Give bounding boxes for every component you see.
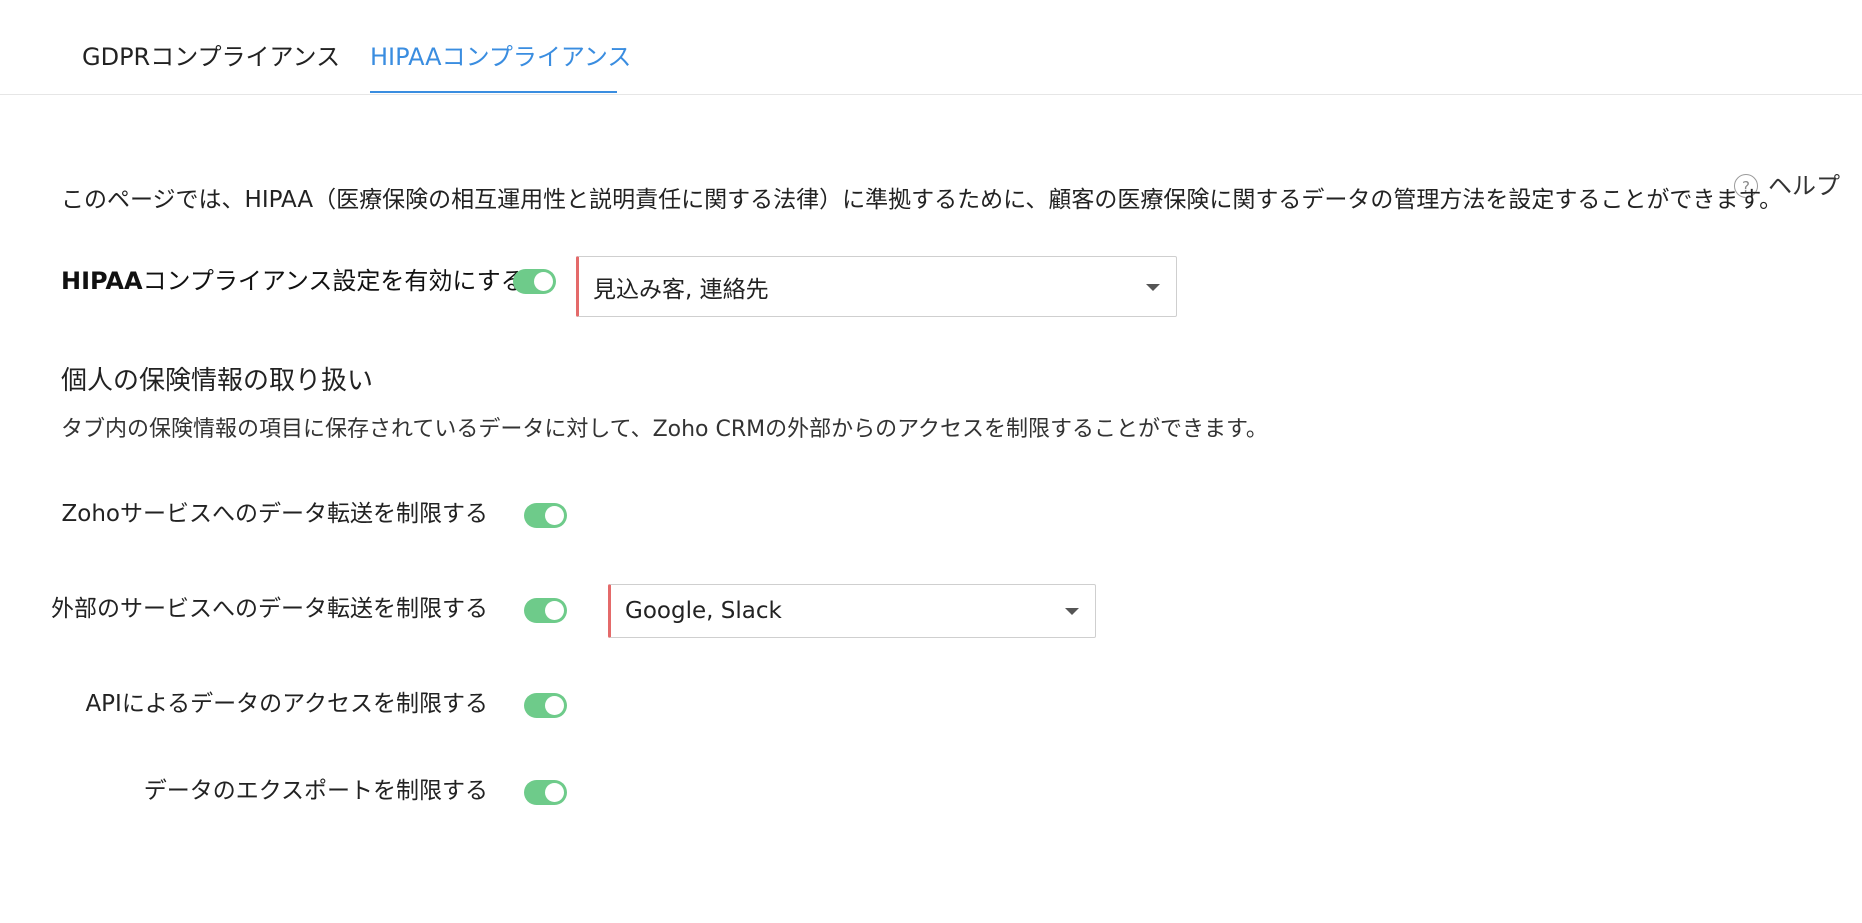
hipaa-modules-select[interactable]: 見込み客, 連絡先 [576, 256, 1177, 317]
restrict-export-toggle[interactable] [524, 780, 567, 805]
chevron-down-icon [1146, 283, 1160, 291]
enable-hipaa-label: HIPAAコンプライアンス設定を有効にする [61, 265, 525, 297]
toggle-knob [545, 783, 564, 802]
restrict-zoho-transfer-label: Zohoサービスへのデータ転送を制限する [61, 501, 488, 527]
toggle-knob [534, 272, 553, 291]
page-description: このページでは、HIPAA（医療保険の相互運用性と説明責任に関する法律）に準拠す… [61, 187, 1783, 213]
enable-hipaa-toggle[interactable] [513, 269, 556, 294]
enable-hipaa-label-rest: コンプライアンス設定を有効にする [142, 267, 525, 295]
hipaa-settings-page: GDPRコンプライアンス HIPAAコンプライアンス ? ヘルプ このページでは… [0, 0, 1862, 923]
tab-gdpr-compliance[interactable]: GDPRコンプライアンス [82, 40, 340, 74]
restrict-api-access-toggle[interactable] [524, 693, 567, 718]
restrict-external-transfer-toggle[interactable] [524, 598, 567, 623]
external-services-value: Google, Slack [625, 598, 782, 624]
section-description: タブ内の保険情報の項目に保存されているデータに対して、Zoho CRMの外部から… [61, 417, 1268, 442]
restrict-zoho-transfer-toggle[interactable] [524, 503, 567, 528]
tab-hipaa-compliance[interactable]: HIPAAコンプライアンス [370, 40, 631, 74]
external-services-select[interactable]: Google, Slack [608, 584, 1096, 638]
toggle-knob [545, 601, 564, 620]
chevron-down-icon [1065, 608, 1079, 615]
restrict-api-access-label: APIによるデータのアクセスを制限する [85, 691, 488, 717]
section-title: 個人の保険情報の取り扱い [61, 366, 374, 396]
hipaa-modules-value: 見込み客, 連絡先 [593, 276, 769, 303]
active-tab-indicator [370, 91, 617, 93]
enable-hipaa-label-bold: HIPAA [61, 267, 143, 295]
restrict-external-transfer-label: 外部のサービスへのデータ転送を制限する [51, 596, 488, 622]
toggle-knob [545, 696, 564, 715]
restrict-export-label: データのエクスポートを制限する [143, 778, 488, 804]
toggle-knob [545, 506, 564, 525]
compliance-tabs: GDPRコンプライアンス HIPAAコンプライアンス [0, 0, 1862, 95]
